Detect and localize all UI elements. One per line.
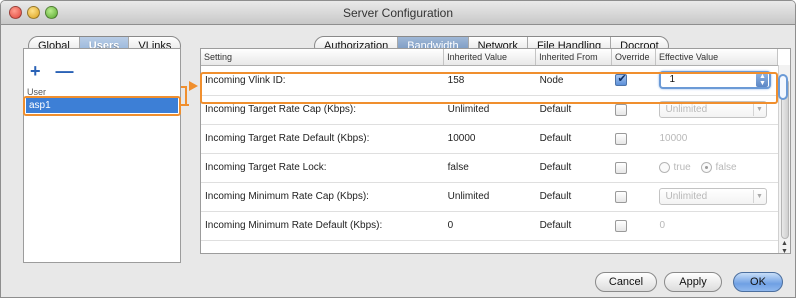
inherited-value: 10000 — [443, 124, 536, 154]
combo-value: Unlimited — [665, 104, 708, 115]
callout-arrow-icon — [189, 81, 198, 91]
ok-button[interactable]: OK — [733, 272, 783, 292]
title-bar: Server Configuration — [1, 1, 795, 25]
inherited-value: Unlimited — [443, 182, 536, 212]
row-highlight-box — [200, 72, 778, 104]
inherited-value: false — [443, 153, 536, 183]
user-tools: + — — [30, 61, 84, 82]
inherited-from: Default — [535, 124, 612, 154]
radio-false — [701, 161, 713, 173]
radio-true-label: true — [673, 162, 691, 174]
callout-arrow-line — [181, 86, 187, 106]
remove-user-button[interactable]: — — [56, 61, 74, 81]
inherited-from: Default — [535, 211, 612, 241]
table-row[interactable]: Incoming Minimum Rate Cap (Kbps): Unlimi… — [201, 182, 778, 212]
effective-value-text: 10000 — [655, 124, 778, 154]
override-checkbox[interactable] — [615, 103, 628, 116]
scroll-up-icon[interactable]: ▲ — [781, 240, 788, 247]
highlighted-scroll-indicator — [778, 74, 788, 100]
header-inherited-from[interactable]: Inherited From — [535, 49, 612, 66]
setting-name: Incoming Minimum Rate Default (Kbps): — [201, 211, 444, 241]
scrollbar-thumb[interactable] — [781, 79, 789, 239]
chevron-down-icon: ▼ — [753, 190, 764, 203]
inherited-from: Default — [535, 182, 612, 212]
setting-name: Incoming Target Rate Default (Kbps): — [201, 124, 444, 154]
setting-name: Incoming Minimum Rate Cap (Kbps): — [201, 182, 444, 212]
radio-false-label: false — [715, 162, 737, 174]
table-row[interactable]: Incoming Minimum Rate Default (Kbps): 0 … — [201, 211, 778, 241]
override-checkbox[interactable] — [615, 190, 628, 203]
inherited-value: 0 — [443, 211, 536, 241]
header-effective-value[interactable]: Effective Value — [655, 49, 779, 66]
callout-arrow-tail — [181, 104, 189, 106]
override-checkbox[interactable] — [615, 219, 628, 232]
radio-true — [659, 161, 671, 173]
scroll-down-icon[interactable]: ▼ — [781, 248, 788, 255]
header-override[interactable]: Override — [611, 49, 656, 66]
header-inherited-value[interactable]: Inherited Value — [443, 49, 537, 66]
effective-value-combo: Unlimited ▼ — [659, 188, 768, 205]
window-title: Server Configuration — [342, 6, 454, 20]
chevron-down-icon: ▼ — [753, 103, 764, 116]
header-setting[interactable]: Setting — [201, 49, 445, 66]
effective-value-text: 0 — [655, 211, 778, 241]
setting-name: Incoming Target Rate Lock: — [201, 153, 444, 183]
table-row[interactable]: Incoming Target Rate Default (Kbps): 100… — [201, 124, 778, 154]
inherited-from: Default — [535, 153, 612, 183]
combo-value: Unlimited — [665, 191, 708, 202]
server-configuration-window: Server Configuration Global Users VLinks… — [0, 0, 796, 298]
cancel-button[interactable]: Cancel — [595, 272, 657, 292]
apply-button[interactable]: Apply — [664, 272, 722, 292]
table-row[interactable]: Incoming Target Rate Lock: false Default… — [201, 153, 778, 183]
override-checkbox[interactable] — [615, 161, 628, 174]
users-panel: + — User asp1 — [23, 48, 181, 263]
override-checkbox[interactable] — [615, 132, 628, 145]
user-highlight-box — [23, 96, 181, 116]
add-user-button[interactable]: + — [30, 61, 41, 81]
